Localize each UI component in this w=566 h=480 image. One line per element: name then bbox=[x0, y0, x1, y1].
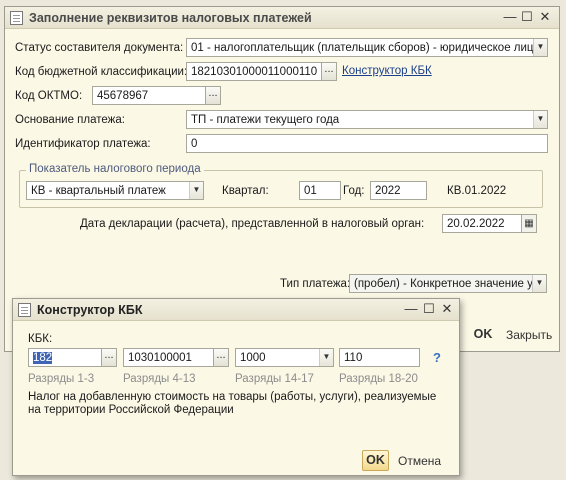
kbk-part1-value: 182 bbox=[33, 352, 53, 364]
kbk-part1-select-button[interactable]: ... bbox=[101, 348, 117, 367]
kbk-dialog: Конструктор КБК — ☐ ✕ КБК: 182 ... Разря… bbox=[12, 298, 460, 476]
quarter-label: Квартал: bbox=[222, 185, 269, 197]
kbk-part3-value: 1000 bbox=[240, 352, 266, 364]
payment-type-value: (пробел) - Конкретное значение ук bbox=[354, 278, 538, 290]
kbk-part1-input[interactable]: 182 bbox=[28, 348, 102, 367]
kbk-part1-hint: Разряды 1-3 bbox=[28, 373, 95, 385]
kbk-description: Налог на добавленную стоимость на товары… bbox=[28, 391, 437, 416]
kbk-ok-button[interactable]: OK bbox=[362, 450, 389, 471]
payment-id-input[interactable]: 0 bbox=[186, 134, 548, 153]
close-icon[interactable]: ✕ bbox=[440, 302, 454, 316]
chevron-down-icon[interactable]: ▼ bbox=[533, 111, 547, 128]
chevron-down-icon[interactable]: ▼ bbox=[532, 275, 546, 292]
help-icon[interactable]: ? bbox=[433, 350, 441, 365]
close-button[interactable]: Закрыть bbox=[506, 328, 552, 342]
quarter-input[interactable]: 01 bbox=[299, 181, 341, 200]
minimize-icon[interactable]: — bbox=[503, 10, 517, 24]
chevron-down-icon[interactable]: ▼ bbox=[319, 349, 333, 366]
window-icon bbox=[10, 11, 23, 25]
kbk-select-button[interactable]: ... bbox=[321, 62, 337, 81]
close-icon[interactable]: ✕ bbox=[538, 10, 552, 24]
maximize-icon[interactable]: ☐ bbox=[422, 302, 436, 316]
basis-label: Основание платежа: bbox=[15, 114, 125, 126]
kbk-part2-input[interactable]: 1030100001 bbox=[123, 348, 214, 367]
payment-type-select[interactable]: (пробел) - Конкретное значение ук ▼ bbox=[349, 274, 547, 293]
year-input[interactable]: 2022 bbox=[370, 181, 427, 200]
period-type-value: КВ - квартальный платеж bbox=[31, 185, 166, 197]
kbk-constructor-link[interactable]: Конструктор КБК bbox=[342, 65, 432, 77]
main-titlebar: Заполнение реквизитов налоговых платежей… bbox=[5, 7, 559, 29]
period-group-title: Показатель налогового периода bbox=[26, 163, 204, 175]
oktmo-select-button[interactable]: ... bbox=[205, 86, 221, 105]
kbk-label: Код бюджетной классификации: bbox=[15, 66, 188, 78]
kbk-part3-select[interactable]: 1000 ▼ bbox=[235, 348, 334, 367]
window-icon bbox=[18, 303, 31, 317]
oktmo-input[interactable]: 45678967 bbox=[92, 86, 206, 105]
ok-button[interactable]: OK bbox=[470, 324, 496, 345]
calendar-icon[interactable]: ▦ bbox=[521, 214, 537, 233]
kbk-cancel-button[interactable]: Отмена bbox=[398, 454, 441, 468]
kbk-part3-hint: Разряды 14-17 bbox=[235, 373, 314, 385]
declaration-date-label: Дата декларации (расчета), представленно… bbox=[80, 218, 425, 230]
payment-type-label: Тип платежа: bbox=[280, 278, 351, 290]
main-window-title: Заполнение реквизитов налоговых платежей bbox=[29, 11, 312, 25]
period-type-select[interactable]: КВ - квартальный платеж ▼ bbox=[26, 181, 204, 200]
kbk-part2-hint: Разряды 4-13 bbox=[123, 373, 196, 385]
year-label: Год: bbox=[343, 185, 365, 197]
maximize-icon[interactable]: ☐ bbox=[520, 10, 534, 24]
status-label: Статус составителя документа: bbox=[15, 42, 184, 54]
kbk-part2-select-button[interactable]: ... bbox=[213, 348, 229, 367]
minimize-icon[interactable]: — bbox=[404, 302, 418, 316]
kbk-input[interactable]: 18210301000011000110 bbox=[186, 62, 322, 81]
chevron-down-icon[interactable]: ▼ bbox=[189, 182, 203, 199]
basis-select[interactable]: ТП - платежи текущего года ▼ bbox=[186, 110, 548, 129]
status-value: 01 - налогоплательщик (плательщик сборов… bbox=[191, 42, 540, 54]
kbk-dialog-title: Конструктор КБК bbox=[37, 303, 143, 317]
oktmo-label: Код ОКТМО: bbox=[15, 90, 83, 102]
kbk-part4-input[interactable]: 110 bbox=[339, 348, 420, 367]
basis-value: ТП - платежи текущего года bbox=[191, 114, 340, 126]
period-code: КВ.01.2022 bbox=[447, 185, 507, 197]
payment-id-label: Идентификатор платежа: bbox=[15, 138, 151, 150]
kbk-dialog-label: КБК: bbox=[28, 333, 53, 345]
kbk-part4-hint: Разряды 18-20 bbox=[339, 373, 418, 385]
status-select[interactable]: 01 - налогоплательщик (плательщик сборов… bbox=[186, 38, 548, 57]
kbk-dialog-titlebar: Конструктор КБК — ☐ ✕ bbox=[13, 299, 459, 321]
chevron-down-icon[interactable]: ▼ bbox=[533, 39, 547, 56]
declaration-date-input[interactable]: 20.02.2022 bbox=[442, 214, 522, 233]
